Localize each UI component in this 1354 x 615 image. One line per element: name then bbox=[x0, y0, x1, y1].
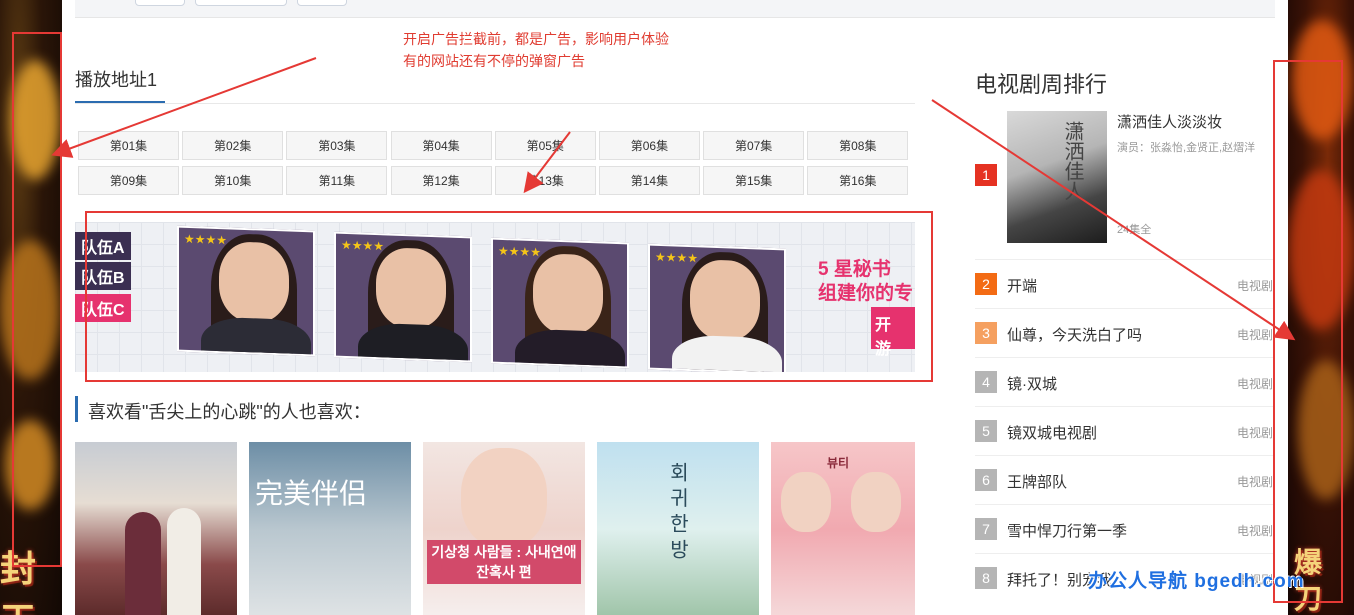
arrow-to-right-ad bbox=[931, 99, 1296, 341]
arrow-to-left-ad bbox=[51, 57, 317, 158]
arrow-to-banner-ad bbox=[523, 131, 571, 194]
annotation-arrows bbox=[51, 57, 1296, 341]
site-watermark: 办公人导航 bgedh.com bbox=[1088, 571, 1305, 592]
